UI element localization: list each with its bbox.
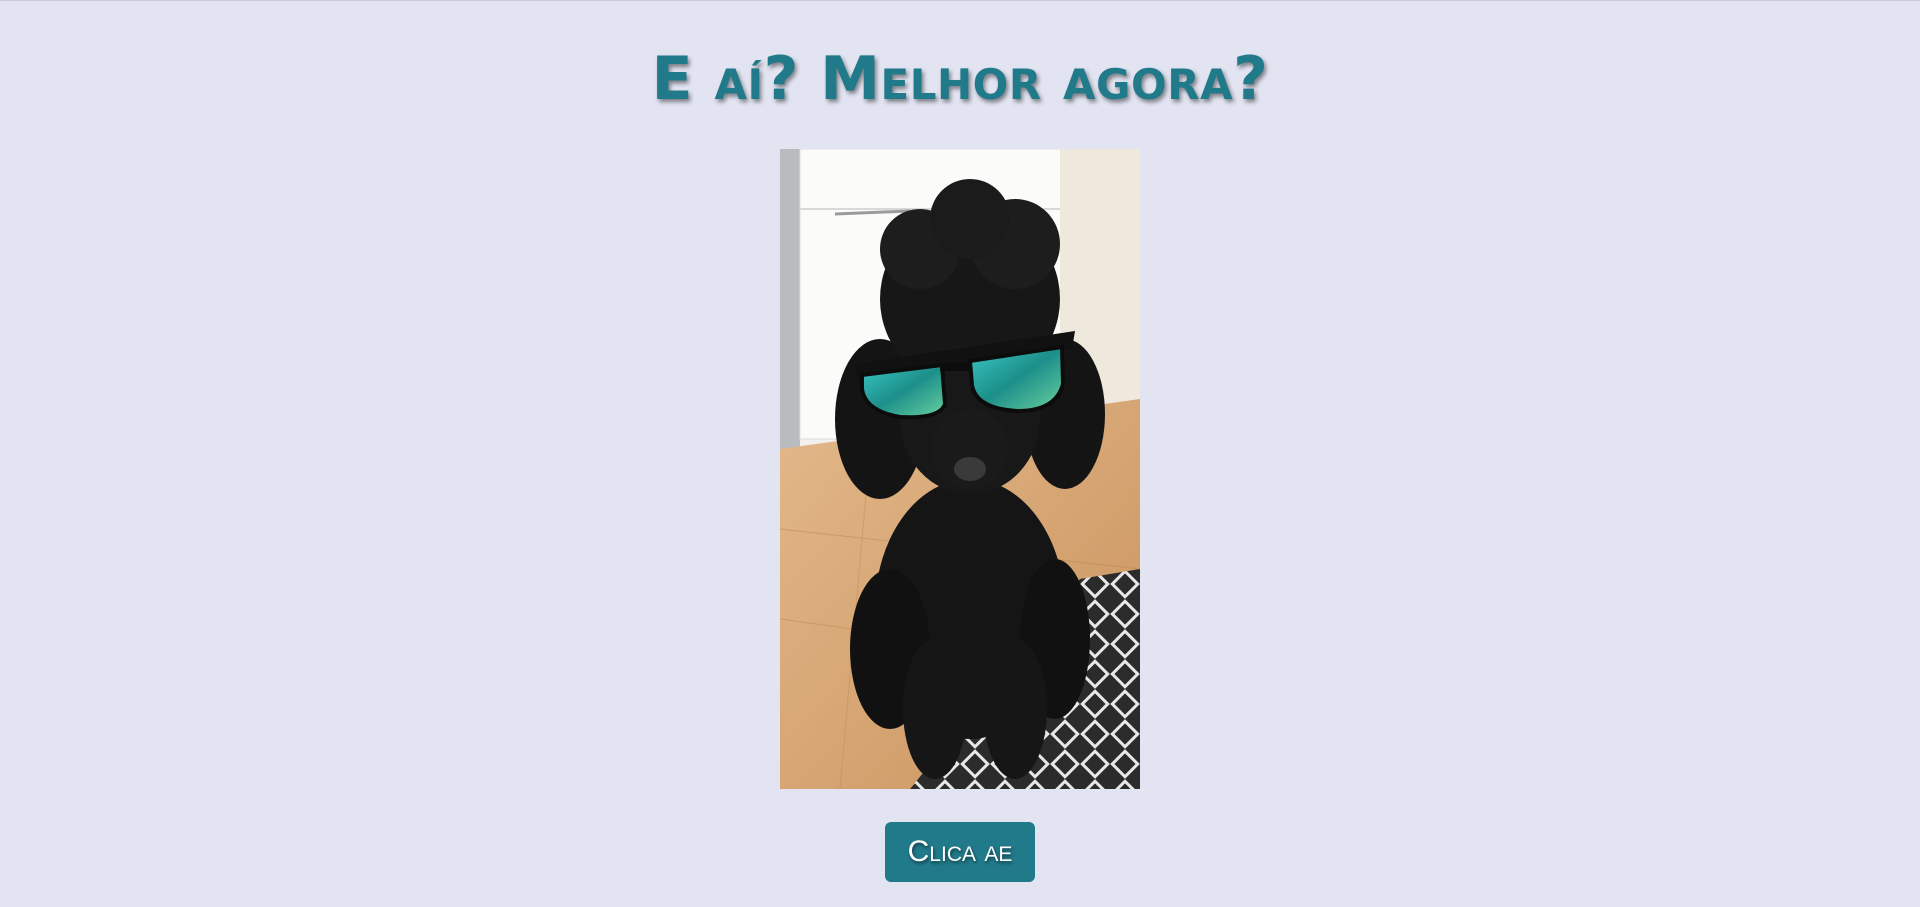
page-title: E aí? Melhor agora? xyxy=(651,44,1269,114)
poodle-illustration xyxy=(780,149,1140,789)
dog-photo xyxy=(780,149,1140,789)
top-divider xyxy=(0,0,1920,1)
clica-ae-button[interactable]: Clica ae xyxy=(885,822,1035,882)
